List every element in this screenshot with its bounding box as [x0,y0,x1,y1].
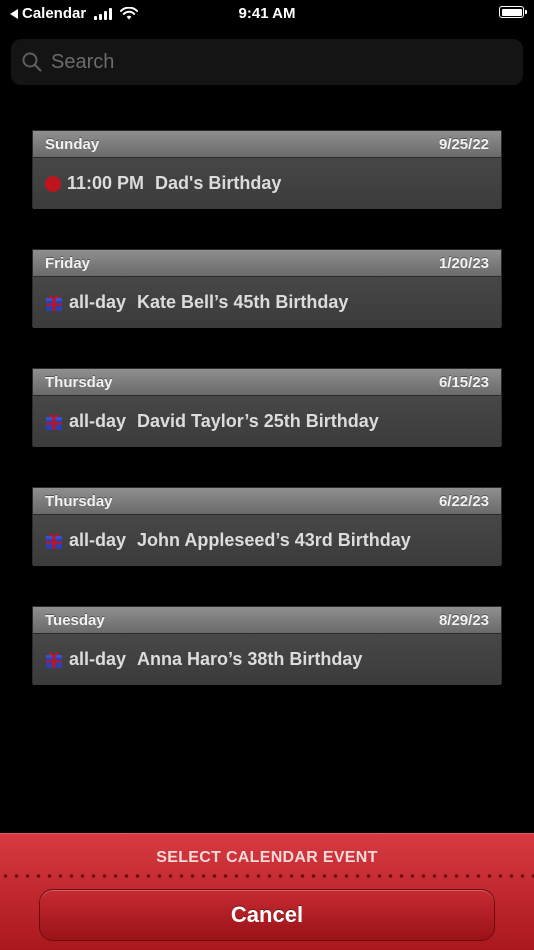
event-title: John Appleseed’s 43rd Birthday [137,530,411,550]
status-bar: Calendar 9:41 AM [0,0,534,30]
action-sheet-title: SELECT CALENDAR EVENT [156,849,378,866]
event-body: all-day David Taylor’s 25th Birthday [33,396,501,447]
event-body: 11:00 PM Dad's Birthday [33,158,501,209]
event-day: Thursday [45,373,113,391]
red-dot-icon [45,175,61,192]
event-date: 1/20/23 [438,254,489,272]
search-input[interactable] [49,49,523,75]
battery-icon [499,6,527,18]
screen: Calendar 9:41 AM Sunday 9/25/22 [0,0,534,950]
gift-icon [46,651,62,668]
action-sheet: SELECT CALENDAR EVENT Cancel [0,833,534,950]
event-header: Tuesday 8/29/23 [33,607,501,634]
gift-icon [46,294,62,311]
gift-icon [46,532,62,549]
stitch-divider [0,874,534,878]
event-time: all-day [69,292,127,312]
event-date: 6/22/23 [438,492,489,510]
event-date: 9/25/22 [438,135,489,153]
event-card[interactable]: Thursday 6/22/23 all-day John Appleseed’… [32,487,502,566]
event-card[interactable]: Tuesday 8/29/23 all-day Anna Haro’s 38th… [32,606,502,685]
event-body: all-day Kate Bell’s 45th Birthday [33,277,501,328]
event-body: all-day Anna Haro’s 38th Birthday [33,634,501,685]
event-title: Dad's Birthday [155,173,282,193]
event-header: Friday 1/20/23 [33,250,501,277]
event-card[interactable]: Friday 1/20/23 all-day Kate Bell’s 45th … [32,249,502,328]
event-body: all-day John Appleseed’s 43rd Birthday [33,515,501,566]
event-time: 11:00 PM [67,173,145,193]
search-bar[interactable] [11,39,523,85]
event-card[interactable]: Thursday 6/15/23 all-day David Taylor’s … [32,368,502,447]
event-title: David Taylor’s 25th Birthday [137,411,379,431]
event-day: Tuesday [45,611,105,629]
status-time: 9:41 AM [238,5,296,22]
event-header: Thursday 6/15/23 [33,369,501,396]
event-date: 6/15/23 [438,373,489,391]
gift-icon [46,413,62,430]
event-title: Kate Bell’s 45th Birthday [137,292,349,312]
cancel-button[interactable]: Cancel [39,889,495,941]
event-time: all-day [69,530,127,550]
event-day: Friday [45,254,91,272]
event-time: all-day [69,411,127,431]
event-day: Thursday [45,492,113,510]
event-day: Sunday [45,135,100,153]
search-icon [22,52,42,72]
event-card[interactable]: Sunday 9/25/22 11:00 PM Dad's Birthday [32,130,502,209]
event-time: all-day [69,649,127,669]
event-header: Sunday 9/25/22 [33,131,501,158]
event-title: Anna Haro’s 38th Birthday [137,649,363,669]
event-header: Thursday 6/22/23 [33,488,501,515]
event-date: 8/29/23 [438,611,489,629]
